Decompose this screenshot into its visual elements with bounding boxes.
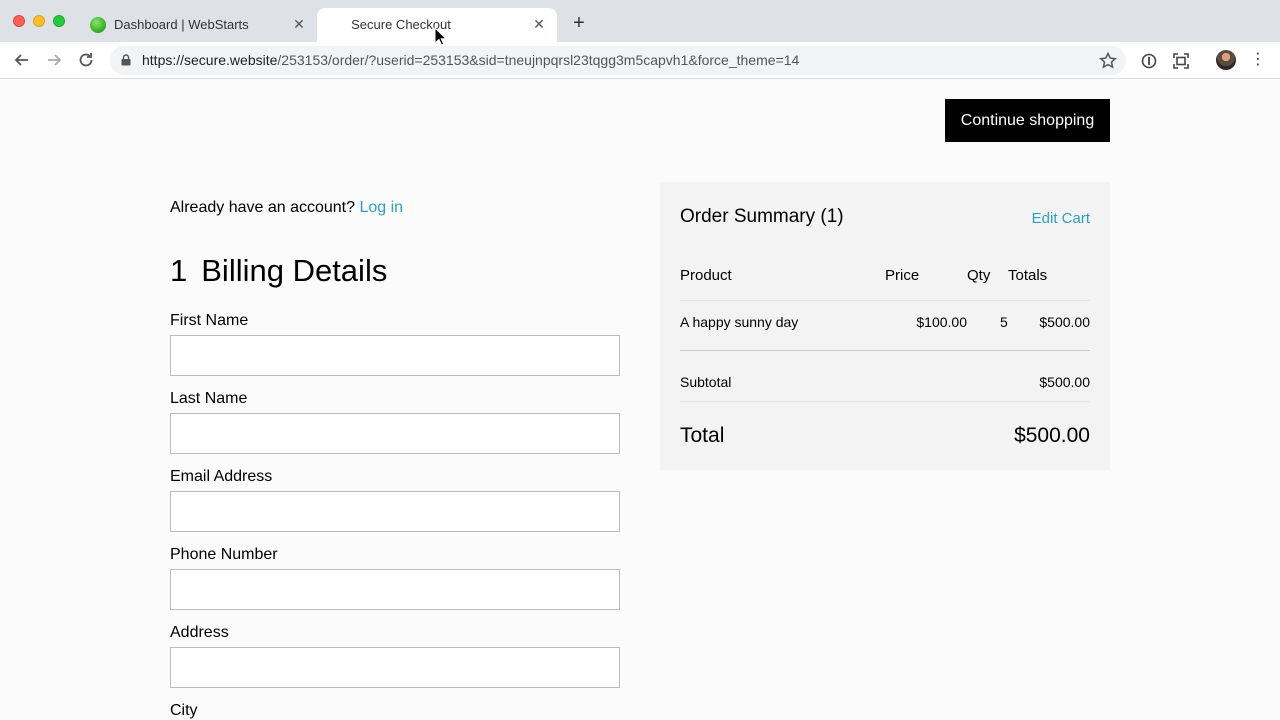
first-name-input[interactable] xyxy=(170,335,620,376)
billing-section-title: 1 Billing Details xyxy=(170,253,387,289)
total-label: Total xyxy=(680,424,725,447)
url-text: https://secure.website/253153/order/?use… xyxy=(142,52,799,68)
bookmark-star-icon[interactable] xyxy=(1098,51,1118,71)
email-label: Email Address xyxy=(170,468,273,485)
address-input[interactable] xyxy=(170,647,620,688)
back-arrow-icon[interactable] xyxy=(13,51,31,69)
item-product: A happy sunny day xyxy=(680,314,799,330)
order-summary-title: Order Summary (1) xyxy=(680,206,844,227)
webstarts-favicon-icon xyxy=(90,17,106,33)
account-prompt: Already have an account? Log in xyxy=(170,199,403,217)
maximize-window-button[interactable] xyxy=(53,15,65,27)
profile-avatar[interactable] xyxy=(1216,50,1236,70)
url-path: /253153/order/?userid=253153&sid=tneujnp… xyxy=(277,52,800,68)
login-link[interactable]: Log in xyxy=(359,199,403,216)
last-name-input[interactable] xyxy=(170,413,620,454)
row-divider xyxy=(680,350,1090,351)
close-icon[interactable]: ✕ xyxy=(292,17,306,31)
column-header-product: Product xyxy=(680,267,732,284)
phone-input[interactable] xyxy=(170,569,620,610)
password-manager-icon[interactable] xyxy=(1139,51,1159,71)
new-tab-icon[interactable]: + xyxy=(570,13,588,33)
forward-arrow-icon[interactable] xyxy=(45,51,63,69)
tab-title: Dashboard | WebStarts xyxy=(114,17,249,32)
subtotal-label: Subtotal xyxy=(680,374,732,390)
email-input[interactable] xyxy=(170,491,620,532)
address-bar[interactable]: https://secure.website/253153/order/?use… xyxy=(110,46,1126,75)
lock-icon xyxy=(121,54,131,66)
billing-title-text: Billing Details xyxy=(201,253,388,288)
minimize-window-button[interactable] xyxy=(33,15,45,27)
item-qty: 5 xyxy=(1000,314,1008,330)
first-name-label: First Name xyxy=(170,312,249,329)
step-number: 1 xyxy=(170,253,188,288)
column-header-totals: Totals xyxy=(1008,267,1048,284)
address-label: Address xyxy=(170,624,229,641)
item-total: $500.00 xyxy=(1039,314,1090,330)
column-header-qty: Qty xyxy=(967,267,991,284)
column-header-price: Price xyxy=(885,267,920,284)
browser-toolbar: https://secure.website/253153/order/?use… xyxy=(0,42,1280,79)
item-price: $100.00 xyxy=(916,314,967,330)
tab-dashboard[interactable]: Dashboard | WebStarts ✕ xyxy=(77,8,317,42)
close-icon[interactable]: ✕ xyxy=(532,17,546,31)
reload-icon[interactable] xyxy=(77,51,95,69)
tab-strip: Dashboard | WebStarts ✕ Secure Checkout … xyxy=(0,0,1280,42)
order-summary-panel: Order Summary (1) Edit Cart Product Pric… xyxy=(660,182,1110,470)
continue-shopping-button[interactable]: Continue shopping xyxy=(945,99,1110,142)
row-divider xyxy=(680,300,1090,301)
checkout-page: Continue shopping Already have an accoun… xyxy=(0,80,1280,720)
screenshot-capture-icon[interactable] xyxy=(1171,51,1191,71)
phone-label: Phone Number xyxy=(170,546,278,563)
account-prompt-text: Already have an account? xyxy=(170,199,356,216)
subtotal-value: $500.00 xyxy=(1039,374,1090,390)
edit-cart-link[interactable]: Edit Cart xyxy=(1032,210,1090,227)
close-window-button[interactable] xyxy=(13,15,25,27)
mouse-cursor-icon xyxy=(434,27,448,46)
browser-menu-icon[interactable]: ⋮ xyxy=(1250,50,1266,70)
total-value: $500.00 xyxy=(1014,424,1090,447)
url-host: https://secure.website xyxy=(142,52,278,68)
city-label: City xyxy=(170,702,198,719)
tab-title: Secure Checkout xyxy=(351,17,451,32)
last-name-label: Last Name xyxy=(170,390,248,407)
row-divider xyxy=(680,401,1090,402)
